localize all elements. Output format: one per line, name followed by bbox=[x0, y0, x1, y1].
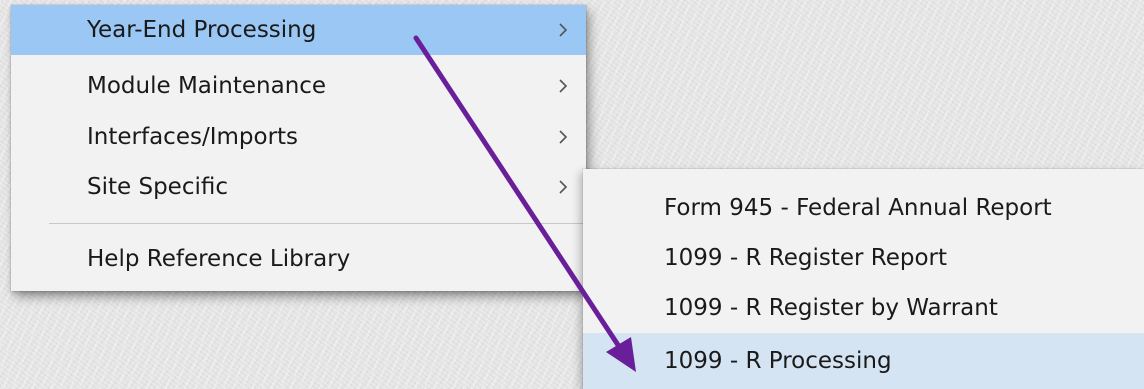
chevron-right-icon bbox=[559, 23, 568, 37]
menu-item-label: Module Maintenance bbox=[87, 73, 327, 99]
menu-item-label: 1099 - R Processing bbox=[664, 348, 892, 374]
menu-item-label: 1099 - R Register Report bbox=[664, 245, 947, 271]
menu-item-label: Site Specific bbox=[87, 174, 228, 200]
menu-item-help-reference-library[interactable]: Help Reference Library bbox=[11, 234, 586, 284]
menu-item-label: 1099 - R Register by Warrant bbox=[664, 295, 998, 321]
submenu-item-1099-r-register-by-warrant[interactable]: 1099 - R Register by Warrant bbox=[583, 283, 1144, 333]
year-end-processing-submenu: Form 945 - Federal Annual Report 1099 - … bbox=[583, 169, 1144, 389]
main-context-menu: Year-End Processing Module Maintenance I… bbox=[11, 5, 586, 291]
chevron-right-icon bbox=[559, 79, 568, 93]
menu-item-module-maintenance[interactable]: Module Maintenance bbox=[11, 61, 586, 111]
submenu-item-form-945[interactable]: Form 945 - Federal Annual Report bbox=[583, 183, 1144, 233]
menu-divider bbox=[49, 223, 584, 224]
menu-item-site-specific[interactable]: Site Specific bbox=[11, 162, 586, 212]
menu-item-interfaces-imports[interactable]: Interfaces/Imports bbox=[11, 112, 586, 162]
menu-item-label: Help Reference Library bbox=[87, 246, 351, 272]
submenu-item-1099-r-register-report[interactable]: 1099 - R Register Report bbox=[583, 233, 1144, 283]
chevron-right-icon bbox=[559, 130, 568, 144]
menu-item-label: Year-End Processing bbox=[87, 17, 317, 43]
menu-item-label: Form 945 - Federal Annual Report bbox=[664, 195, 1052, 221]
menu-item-label: Interfaces/Imports bbox=[87, 124, 299, 150]
menu-item-year-end-processing[interactable]: Year-End Processing bbox=[11, 5, 586, 55]
chevron-right-icon bbox=[559, 180, 568, 194]
submenu-item-1099-r-processing[interactable]: 1099 - R Processing bbox=[583, 333, 1144, 389]
